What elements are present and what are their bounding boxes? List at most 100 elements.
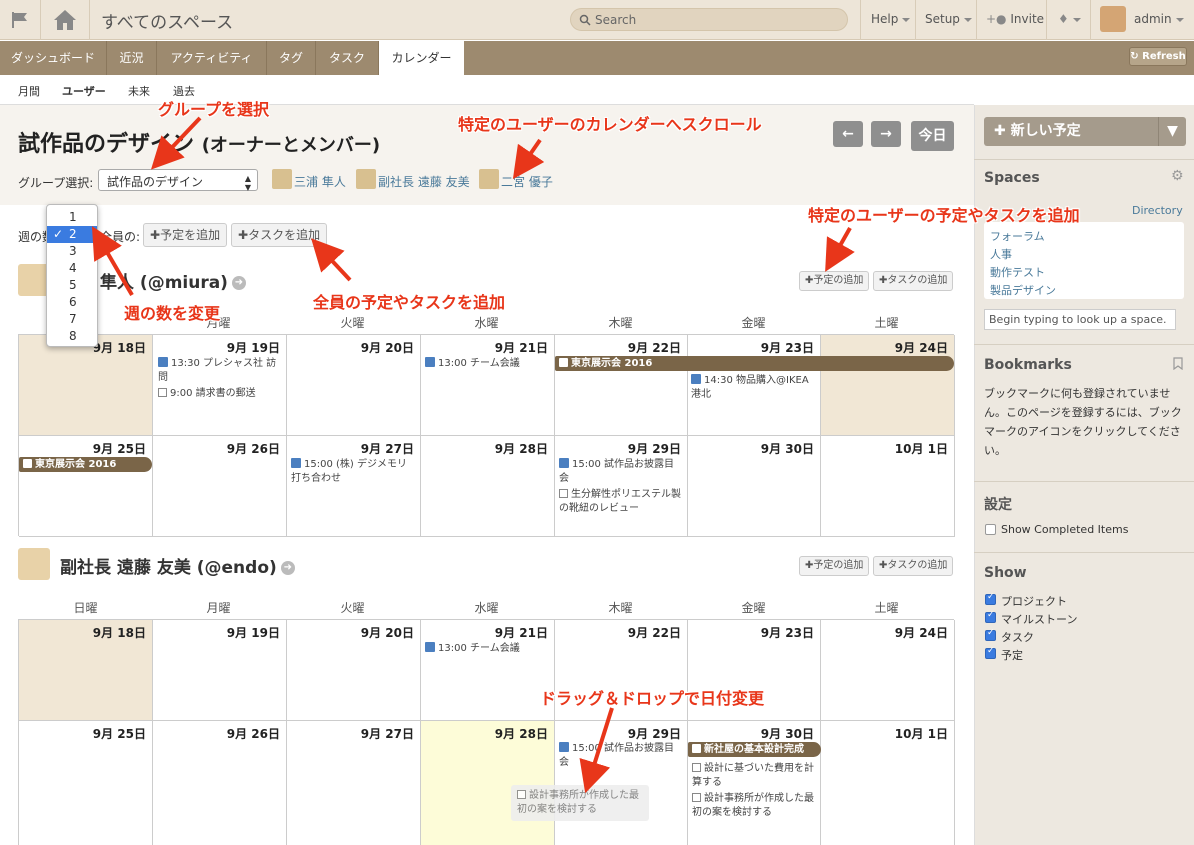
day-cell[interactable]: 9月 29日 bbox=[555, 436, 688, 537]
show-events-checkbox[interactable] bbox=[985, 646, 996, 659]
event-item[interactable]: 13:00 チーム会議 bbox=[425, 357, 547, 371]
day-cell[interactable]: 10月 1日 bbox=[821, 436, 955, 537]
event-item[interactable]: 14:30 物品購入@IKEA港北 bbox=[691, 374, 813, 402]
today-button[interactable]: 今日 bbox=[911, 121, 954, 151]
day-cell[interactable]: 9月 27日 bbox=[287, 436, 421, 537]
add-task-user-button[interactable]: ✚タスクの追加 bbox=[873, 271, 954, 291]
day-cell[interactable]: 9月 19日 bbox=[153, 335, 287, 436]
subnav-future[interactable]: 未来 bbox=[128, 83, 150, 99]
day-cell[interactable]: 9月 20日 bbox=[287, 335, 421, 436]
add-event-user-button[interactable]: ✚予定の追加 bbox=[799, 271, 870, 291]
tab-tasks[interactable]: タスク bbox=[316, 41, 379, 75]
show-tasks-checkbox[interactable] bbox=[985, 628, 996, 641]
tab-calendar[interactable]: カレンダー bbox=[379, 41, 464, 75]
task-item[interactable]: 9:00 請求書の郵送 bbox=[158, 387, 280, 401]
checkbox[interactable] bbox=[692, 763, 701, 772]
user-menu[interactable]: admin bbox=[1134, 12, 1184, 26]
invite-button[interactable]: +● Invite bbox=[986, 12, 1044, 26]
member-link[interactable]: 二宮 優子 bbox=[501, 173, 553, 190]
tab-recent[interactable]: 近況 bbox=[107, 41, 157, 75]
home-icon[interactable] bbox=[52, 8, 78, 32]
week-option[interactable]: 3 bbox=[47, 243, 97, 260]
day-cell[interactable]: 9月 18日 bbox=[19, 335, 153, 436]
space-lookup-input[interactable]: Begin typing to look up a space. bbox=[984, 309, 1176, 330]
next-button[interactable]: → bbox=[871, 121, 901, 147]
arrow-circle-icon[interactable]: ➜ bbox=[280, 561, 295, 575]
user-name[interactable]: 副社長 遠藤 友美 (@endo) ➜ bbox=[60, 553, 295, 578]
day-cell[interactable]: 9月 24日 bbox=[821, 620, 955, 721]
day-cell[interactable]: 9月 30日 bbox=[688, 436, 821, 537]
search-input[interactable]: Search bbox=[570, 8, 848, 31]
dragged-task[interactable]: 設計事務所が作成した最初の案を検討する bbox=[511, 785, 649, 821]
day-cell[interactable]: 9月 22日 bbox=[555, 335, 688, 436]
refresh-button[interactable]: ↻ Refresh bbox=[1129, 47, 1187, 66]
task-item[interactable]: 生分解性ポリエステル製の靴紐のレビュー bbox=[559, 488, 683, 516]
space-link[interactable]: 動作テスト bbox=[990, 264, 1045, 280]
avatar[interactable] bbox=[479, 169, 499, 189]
day-cell[interactable]: 9月 28日 bbox=[421, 436, 555, 537]
tab-activity[interactable]: アクティビティ bbox=[157, 41, 267, 75]
notifications-menu[interactable]: ♦ bbox=[1058, 12, 1081, 26]
week-option[interactable]: 5 bbox=[47, 277, 97, 294]
flag-icon[interactable] bbox=[10, 10, 30, 30]
add-task-all-button[interactable]: ✚タスクを追加 bbox=[231, 223, 328, 247]
week-option[interactable]: 4 bbox=[47, 260, 97, 277]
week-option[interactable]: 6 bbox=[47, 294, 97, 311]
avatar[interactable] bbox=[1100, 6, 1126, 32]
multiday-event-bar[interactable]: 東京展示会 2016 bbox=[19, 457, 152, 472]
day-cell[interactable]: 9月 20日 bbox=[287, 620, 421, 721]
show-completed-checkbox[interactable] bbox=[985, 524, 996, 535]
space-link[interactable]: 製品デザイン bbox=[990, 282, 1056, 298]
space-link[interactable]: 人事 bbox=[990, 246, 1012, 262]
add-event-all-button[interactable]: ✚予定を追加 bbox=[143, 223, 228, 247]
prev-button[interactable]: ← bbox=[833, 121, 863, 147]
space-link[interactable]: フォーラム bbox=[990, 228, 1045, 244]
event-item[interactable]: 15:00 (株) デジメモリ 打ち合わせ bbox=[291, 458, 411, 486]
event-item[interactable]: 15:00 試作品お披露目会 bbox=[559, 458, 683, 486]
milestone-bar[interactable]: 新社屋の基本設計完成 bbox=[688, 742, 821, 757]
user-name[interactable]: 隼人 (@miura) ➜ bbox=[100, 268, 246, 293]
setup-menu[interactable]: Setup bbox=[925, 12, 972, 26]
event-item[interactable]: 13:00 チーム会議 bbox=[425, 642, 547, 656]
day-cell[interactable]: 9月 26日 bbox=[153, 436, 287, 537]
week-option-selected[interactable]: ✓ 2 bbox=[47, 226, 97, 243]
gear-icon[interactable]: ⚙ bbox=[1171, 168, 1184, 184]
day-cell[interactable]: 9月 27日 bbox=[287, 721, 421, 845]
help-menu[interactable]: Help bbox=[871, 12, 911, 26]
directory-link[interactable]: Directory bbox=[1132, 204, 1183, 217]
day-cell[interactable]: 9月 19日 bbox=[153, 620, 287, 721]
weeks-dropdown[interactable]: 1 ✓ 2 3 4 5 6 7 8 bbox=[46, 204, 98, 347]
multiday-event-bar[interactable]: 東京展示会 2016 bbox=[555, 356, 954, 371]
day-cell-drop-target[interactable]: 9月 28日 bbox=[421, 721, 555, 845]
day-cell[interactable]: 9月 26日 bbox=[153, 721, 287, 845]
new-event-button[interactable]: ✚ 新しい予定 ▼ bbox=[984, 117, 1186, 146]
checkbox[interactable] bbox=[559, 489, 568, 498]
day-cell[interactable]: 9月 24日 bbox=[821, 335, 955, 436]
chevron-down-icon[interactable]: ▼ bbox=[1158, 117, 1186, 146]
task-item[interactable]: 設計に基づいた費用を計算する bbox=[692, 762, 818, 790]
day-cell[interactable]: 9月 25日 bbox=[19, 436, 153, 537]
day-cell[interactable]: 9月 29日 bbox=[555, 721, 688, 845]
group-select[interactable]: 試作品のデザイン ▲ ▼ bbox=[98, 169, 258, 192]
bookmark-icon[interactable] bbox=[1173, 357, 1183, 370]
week-option[interactable]: 7 bbox=[47, 311, 97, 328]
day-cell[interactable]: 9月 25日 bbox=[19, 721, 153, 845]
day-cell[interactable]: 9月 21日 bbox=[421, 620, 555, 721]
member-link[interactable]: 三浦 隼人 bbox=[294, 173, 346, 190]
event-item[interactable]: 15:00 試作品お披露目会 bbox=[559, 742, 683, 770]
day-cell[interactable]: 10月 1日 bbox=[821, 721, 955, 845]
space-title[interactable]: すべてのスペース bbox=[101, 8, 233, 33]
checkbox[interactable] bbox=[158, 388, 167, 397]
avatar[interactable] bbox=[272, 169, 292, 189]
task-item[interactable]: 設計事務所が作成した最初の案を検討する bbox=[692, 792, 818, 820]
day-cell[interactable]: 9月 18日 bbox=[19, 620, 153, 721]
subnav-users[interactable]: ユーザー bbox=[62, 83, 106, 99]
tab-tags[interactable]: タグ bbox=[267, 41, 316, 75]
arrow-circle-icon[interactable]: ➜ bbox=[231, 276, 246, 290]
avatar[interactable] bbox=[356, 169, 376, 189]
member-link[interactable]: 副社長 遠藤 友美 bbox=[378, 173, 470, 190]
week-option[interactable]: 8 bbox=[47, 328, 97, 345]
checkbox[interactable] bbox=[692, 793, 701, 802]
event-item[interactable]: 13:30 プレシャス社 訪問 bbox=[158, 357, 280, 385]
day-cell[interactable]: 9月 21日 bbox=[421, 335, 555, 436]
